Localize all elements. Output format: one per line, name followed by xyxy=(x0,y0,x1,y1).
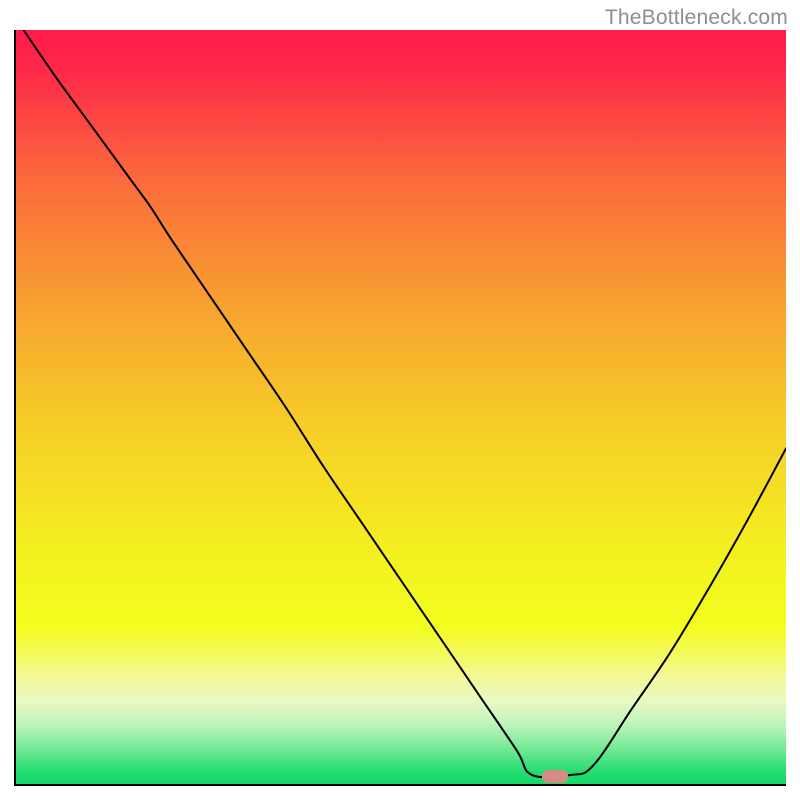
chart-svg xyxy=(16,30,786,784)
bottleneck-chart xyxy=(14,30,786,786)
chart-background xyxy=(16,30,786,784)
watermark-text: TheBottleneck.com xyxy=(605,6,788,30)
optimum-marker xyxy=(542,770,568,783)
